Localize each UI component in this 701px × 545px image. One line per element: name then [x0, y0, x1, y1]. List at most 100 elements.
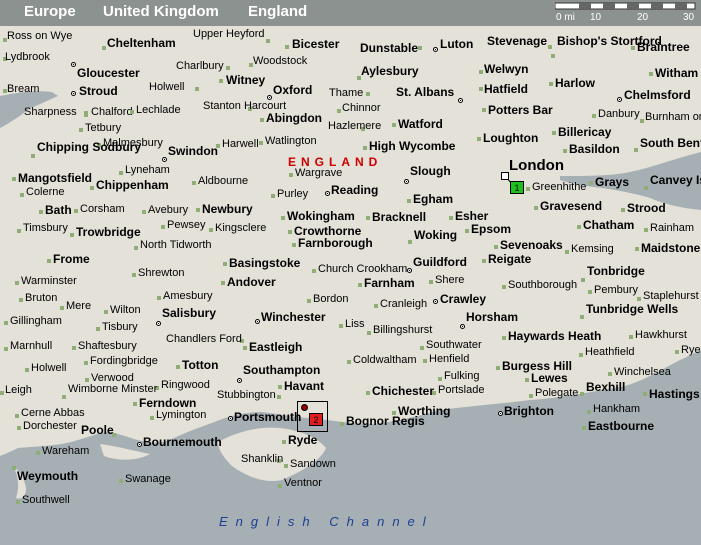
place-label-greenhithe[interactable]: Greenhithe: [532, 182, 586, 193]
place-label-st-albans[interactable]: St. Albans: [396, 86, 454, 98]
place-label-harlow[interactable]: Harlow: [555, 77, 595, 89]
place-label-fulking[interactable]: Fulking: [444, 371, 479, 382]
place-label-bath[interactable]: Bath: [45, 204, 72, 216]
place-label-gloucester[interactable]: Gloucester: [77, 67, 140, 79]
place-label-watlington[interactable]: Watlington: [265, 136, 317, 147]
place-label-pewsey[interactable]: Pewsey: [167, 220, 206, 231]
place-label-mere[interactable]: Mere: [66, 301, 91, 312]
place-label-colerne[interactable]: Colerne: [26, 187, 65, 198]
place-label-bream[interactable]: Bream: [7, 84, 39, 95]
place-label-oxford[interactable]: Oxford: [273, 84, 312, 96]
place-label-south-benfleet[interactable]: South Benfleet: [640, 137, 701, 149]
place-label-portslade[interactable]: Portslade: [438, 385, 484, 396]
place-label-corsham[interactable]: Corsham: [80, 204, 125, 215]
place-label-basildon[interactable]: Basildon: [569, 143, 620, 155]
place-label-hazlemere[interactable]: Hazlemere: [328, 121, 381, 132]
place-label-gravesend[interactable]: Gravesend: [540, 200, 602, 212]
place-label-chipping-sodbury[interactable]: Chipping Sodbury: [37, 141, 141, 153]
place-label-cheltenham[interactable]: Cheltenham: [107, 37, 176, 49]
place-label-hawkhurst[interactable]: Hawkhurst: [635, 330, 687, 341]
place-label-watford[interactable]: Watford: [398, 118, 443, 130]
breadcrumb-europe[interactable]: Europe: [24, 3, 76, 20]
place-label-chinnor[interactable]: Chinnor: [342, 103, 381, 114]
place-label-witney[interactable]: Witney: [226, 74, 265, 86]
place-label-lyneham[interactable]: Lyneham: [125, 165, 170, 176]
place-label-leigh[interactable]: Leigh: [5, 385, 32, 396]
place-label-billericay[interactable]: Billericay: [558, 126, 611, 138]
place-label-rye[interactable]: Rye: [681, 345, 701, 356]
place-label-lydbrook[interactable]: Lydbrook: [5, 52, 50, 63]
place-label-wilton[interactable]: Wilton: [110, 305, 141, 316]
place-label-loughton[interactable]: Loughton: [483, 132, 538, 144]
place-label-ross-on-wye[interactable]: Ross on Wye: [7, 31, 72, 42]
place-label-witham[interactable]: Witham: [655, 67, 698, 79]
place-label-tunbridge-wells[interactable]: Tunbridge Wells: [586, 303, 678, 315]
place-label-charlbury[interactable]: Charlbury: [176, 61, 224, 72]
place-label-bordon[interactable]: Bordon: [313, 294, 348, 305]
place-label-shrewton[interactable]: Shrewton: [138, 268, 184, 279]
place-label-shanklin[interactable]: Shanklin: [241, 454, 283, 465]
place-label-marnhull[interactable]: Marnhull: [10, 341, 52, 352]
place-label-guildford[interactable]: Guildford: [413, 256, 467, 268]
place-label-hankham[interactable]: Hankham: [593, 404, 640, 415]
place-label-tonbridge[interactable]: Tonbridge: [587, 265, 645, 277]
place-label-weymouth[interactable]: Weymouth: [17, 470, 78, 482]
place-label-portsmouth[interactable]: Portsmouth: [234, 411, 301, 423]
place-label-stubbington[interactable]: Stubbington: [217, 390, 276, 401]
place-label-haywards-heath[interactable]: Haywards Heath: [508, 330, 601, 342]
place-label-southwell[interactable]: Southwell: [22, 495, 70, 506]
place-label-aylesbury[interactable]: Aylesbury: [361, 65, 419, 77]
place-label-slough[interactable]: Slough: [410, 165, 451, 177]
place-label-totton[interactable]: Totton: [182, 359, 218, 371]
place-label-poole[interactable]: Poole: [81, 424, 114, 436]
place-label-kemsing[interactable]: Kemsing: [571, 244, 614, 255]
place-label-frome[interactable]: Frome: [53, 253, 90, 265]
place-label-billingshurst[interactable]: Billingshurst: [373, 325, 432, 336]
place-label-swanage[interactable]: Swanage: [125, 474, 171, 485]
place-label-rainham[interactable]: Rainham: [650, 223, 694, 234]
place-label-bicester[interactable]: Bicester: [292, 38, 339, 50]
place-label-ringwood[interactable]: Ringwood: [161, 380, 210, 391]
place-label-dunstable[interactable]: Dunstable: [360, 42, 418, 54]
breadcrumb-england[interactable]: England: [248, 3, 307, 20]
place-label-staplehurst[interactable]: Staplehurst: [643, 291, 699, 302]
place-label-grays[interactable]: Grays: [595, 176, 629, 188]
place-label-coldwaltham[interactable]: Coldwaltham: [353, 355, 417, 366]
place-label-salisbury[interactable]: Salisbury: [162, 307, 216, 319]
place-label-pembury[interactable]: Pembury: [594, 285, 638, 296]
place-label-wareham[interactable]: Wareham: [42, 446, 89, 457]
place-label-egham[interactable]: Egham: [413, 193, 453, 205]
place-label-maidstone[interactable]: Maidstone: [641, 242, 700, 254]
place-label-woking[interactable]: Woking: [414, 229, 457, 241]
place-label-sevenoaks[interactable]: Sevenoaks: [500, 239, 563, 251]
place-label-strood[interactable]: Strood: [627, 202, 666, 214]
breadcrumb-united-kingdom[interactable]: United Kingdom: [103, 3, 219, 20]
place-label-bournemouth[interactable]: Bournemouth: [143, 436, 222, 448]
place-label-havant[interactable]: Havant: [284, 380, 324, 392]
place-label-winchelsea[interactable]: Winchelsea: [614, 367, 671, 378]
place-label-epsom[interactable]: Epsom: [471, 223, 511, 235]
place-label-trowbridge[interactable]: Trowbridge: [76, 226, 141, 238]
place-label-farnborough[interactable]: Farnborough: [298, 237, 373, 249]
place-label-aldbourne[interactable]: Aldbourne: [198, 176, 248, 187]
place-label-chelmsford[interactable]: Chelmsford: [624, 89, 691, 101]
place-label-hastings[interactable]: Hastings: [649, 388, 700, 400]
place-label-bracknell[interactable]: Bracknell: [372, 211, 426, 223]
place-label-hatfield[interactable]: Hatfield: [484, 83, 528, 95]
place-label-north-tidworth[interactable]: North Tidworth: [140, 240, 212, 251]
place-label-reading[interactable]: Reading: [331, 184, 378, 196]
place-label-southborough[interactable]: Southborough: [508, 280, 577, 291]
place-label-eastleigh[interactable]: Eastleigh: [249, 341, 302, 353]
place-label-chichester[interactable]: Chichester: [372, 385, 434, 397]
place-label-polegate[interactable]: Polegate: [535, 388, 578, 399]
place-label-harwell[interactable]: Harwell: [222, 139, 259, 150]
place-label-wokingham[interactable]: Wokingham: [287, 210, 355, 222]
place-label-southampton[interactable]: Southampton: [243, 364, 320, 376]
place-label-wimborne-minster[interactable]: Wimborne Minster: [68, 384, 157, 395]
place-label-tisbury[interactable]: Tisbury: [102, 322, 138, 333]
place-label-crawley[interactable]: Crawley: [440, 293, 486, 305]
place-label-henfield[interactable]: Henfield: [429, 354, 469, 365]
place-label-swindon[interactable]: Swindon: [168, 145, 218, 157]
place-label-danbury[interactable]: Danbury: [598, 109, 640, 120]
map-marker-2[interactable]: 2: [309, 413, 323, 426]
